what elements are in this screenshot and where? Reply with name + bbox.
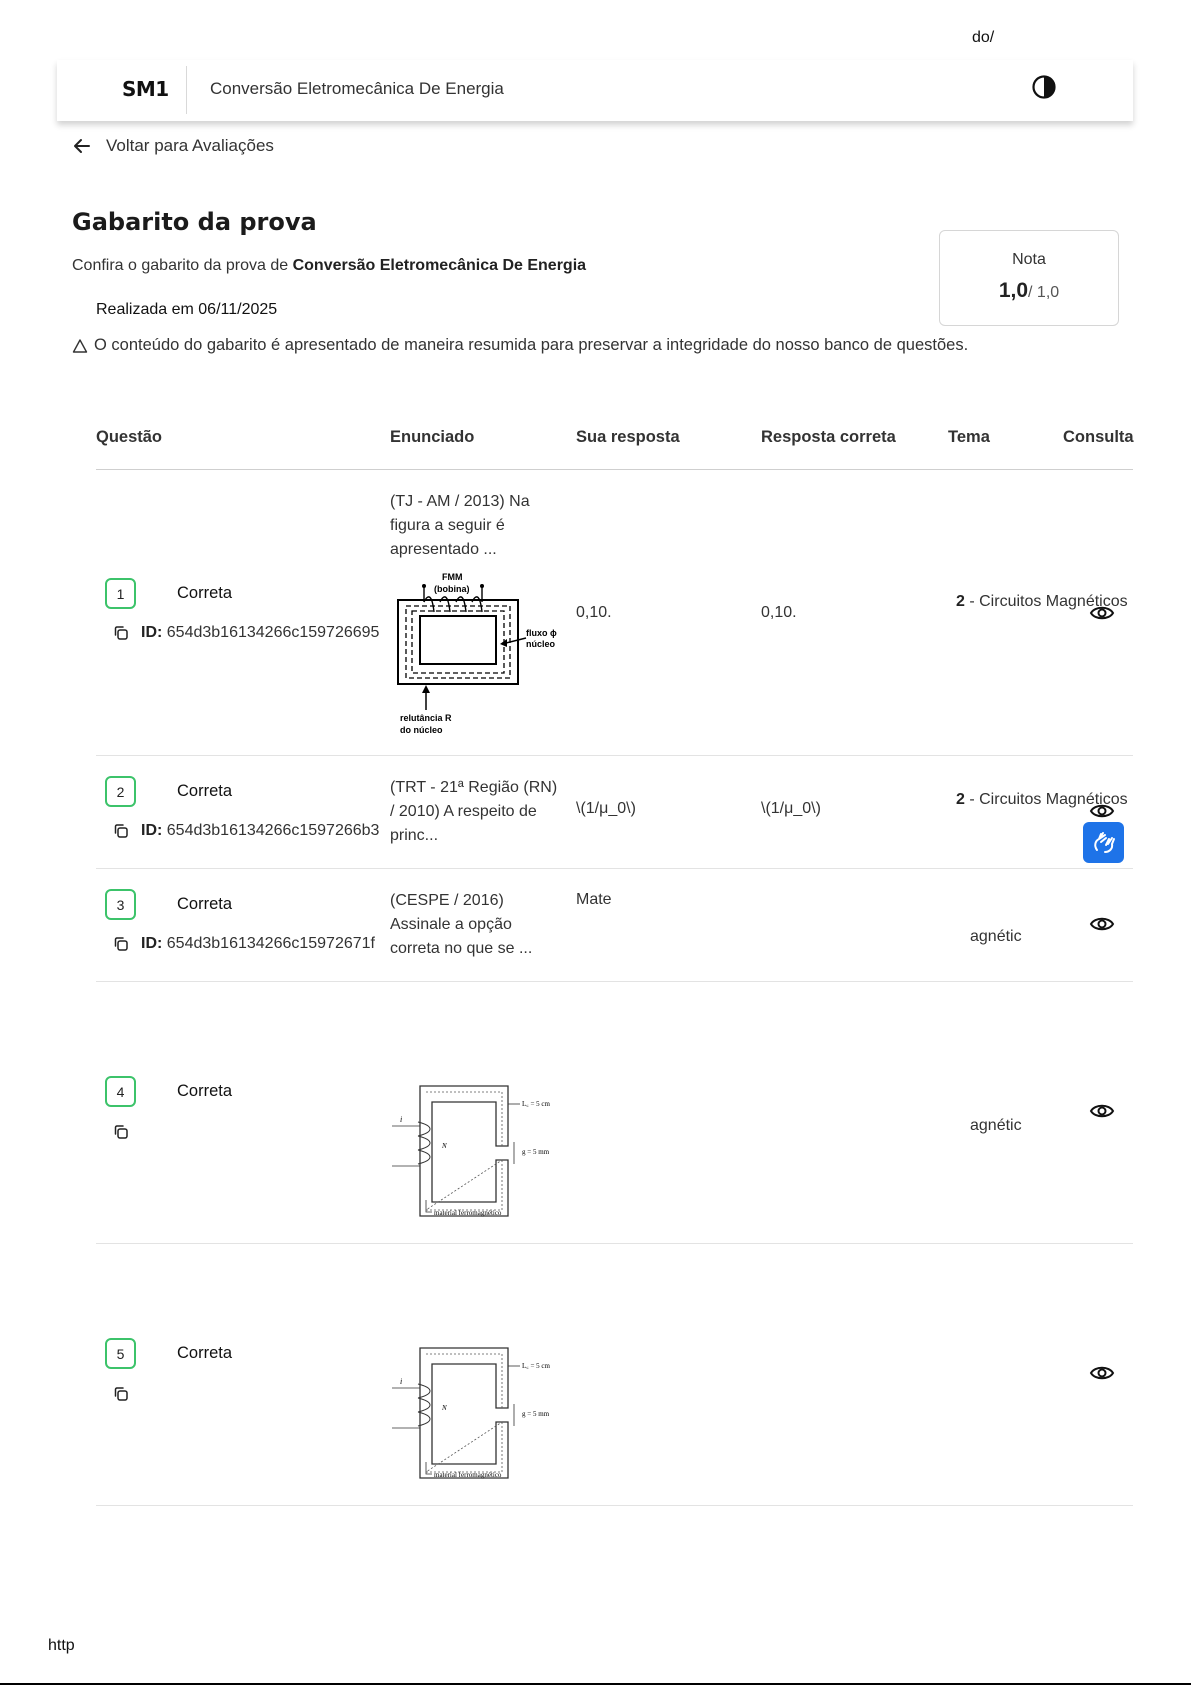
id-value: 654d3b16134266c1597266b3 bbox=[166, 822, 380, 839]
figure-label: do núcleo bbox=[400, 725, 443, 735]
question-number: 2 bbox=[105, 776, 136, 807]
question-number: 4 bbox=[105, 1076, 136, 1107]
question-number: 1 bbox=[105, 578, 136, 609]
question-id: ID: 654d3b16134266c1597266b3 bbox=[141, 822, 379, 840]
air-gap-core-figure: i N L꜀ = 5 cm g = 5 mm material ferromag… bbox=[392, 1347, 551, 1479]
header-theme: Tema bbox=[948, 428, 990, 446]
figure-label: material ferromagnético bbox=[434, 1471, 502, 1479]
header-consult: Consulta bbox=[1063, 428, 1134, 446]
grade-value: 1,0 bbox=[998, 279, 1029, 302]
back-link-label: Voltar para Avaliações bbox=[106, 136, 274, 155]
question-number: 3 bbox=[105, 889, 136, 920]
eye-icon[interactable] bbox=[1089, 1098, 1115, 1124]
eye-icon[interactable] bbox=[1089, 600, 1115, 626]
id-value: 654d3b16134266c15972671f bbox=[166, 935, 375, 952]
question-number: 5 bbox=[105, 1338, 136, 1369]
your-answer: \(1/μ_0\) bbox=[576, 800, 636, 817]
grade-label: Nota bbox=[1012, 251, 1046, 268]
back-to-evaluations-link[interactable]: Voltar para Avaliações bbox=[72, 136, 274, 156]
your-answer: Mate bbox=[576, 891, 612, 908]
question-statement: (TJ - AM / 2013) Na figura a seguir é ap… bbox=[390, 493, 530, 558]
question-status: Correta bbox=[177, 895, 233, 913]
header-statement: Enunciado bbox=[390, 428, 475, 446]
figure-label: L꜀ = 5 cm bbox=[522, 1100, 551, 1108]
figure-label: (bobina) bbox=[434, 584, 470, 594]
eye-icon[interactable] bbox=[1089, 1360, 1115, 1386]
figure-label: material ferromagnético bbox=[434, 1209, 502, 1217]
header-divider bbox=[186, 66, 187, 114]
eye-icon[interactable] bbox=[1089, 911, 1115, 937]
table-row: 5 Correta i N L꜀ = 5 cm g = 5 mm materia… bbox=[96, 1244, 1133, 1506]
correct-answer: \(1/μ_0\) bbox=[761, 800, 821, 817]
integrity-notice: O conteúdo do gabarito é apresentado de … bbox=[72, 336, 968, 355]
arrow-left-icon bbox=[74, 139, 90, 153]
question-statement: (CESPE / 2016) Assinale a opção correta … bbox=[390, 892, 533, 957]
question-statement: (TRT - 21ª Região (RN) / 2010) A respeit… bbox=[390, 779, 558, 844]
notice-text: O conteúdo do gabarito é apresentado de … bbox=[94, 336, 969, 354]
question-status: Correta bbox=[177, 782, 233, 800]
exam-date: Realizada em 06/11/2025 bbox=[96, 301, 278, 318]
table-header: Questão Enunciado Sua resposta Resposta … bbox=[96, 424, 1134, 470]
figure-label: g = 5 mm bbox=[522, 1148, 550, 1156]
copy-icon[interactable] bbox=[112, 1123, 130, 1141]
browser-top-text: do/ bbox=[972, 29, 995, 46]
figure-label: relutância R bbox=[400, 713, 452, 723]
table-row: 2 Correta ID: 654d3b16134266c1597266b3 (… bbox=[96, 756, 1133, 869]
correct-answer: 0,10. bbox=[761, 604, 797, 621]
figure-label: FMM bbox=[442, 572, 463, 582]
figure-label: fluxo ϕ bbox=[526, 628, 557, 638]
header-question: Questão bbox=[96, 428, 163, 446]
logo[interactable]: SM1 bbox=[122, 77, 169, 101]
figure-label: g = 5 mm bbox=[522, 1410, 550, 1418]
copy-icon[interactable] bbox=[112, 1385, 130, 1403]
figure-label: núcleo bbox=[526, 639, 556, 649]
warning-triangle-icon bbox=[72, 338, 88, 353]
figure-label: N bbox=[441, 1142, 447, 1150]
copy-icon[interactable] bbox=[112, 624, 130, 642]
eye-icon[interactable] bbox=[1089, 798, 1115, 824]
page-title: Gabarito da prova bbox=[72, 208, 317, 236]
id-label: ID: bbox=[141, 935, 163, 952]
question-id: ID: 654d3b16134266c15972671f bbox=[141, 935, 375, 953]
footer-url: http bbox=[48, 1637, 75, 1654]
figure-label: N bbox=[441, 1404, 447, 1412]
copy-icon[interactable] bbox=[112, 822, 130, 840]
id-label: ID: bbox=[141, 624, 163, 641]
course-title: Conversão Eletromecânica De Energia bbox=[210, 79, 504, 98]
question-status: Correta bbox=[177, 1082, 233, 1100]
subtitle-course: Conversão Eletromecânica De Energia bbox=[292, 257, 587, 274]
table-row: 4 Correta i N L꜀ = 5 cm g = 5 mm materia… bbox=[96, 982, 1133, 1244]
question-theme: agnétic bbox=[970, 1117, 1022, 1134]
question-status: Correta bbox=[177, 1344, 233, 1362]
theme-number: 2 bbox=[956, 791, 965, 808]
question-id: ID: 654d3b16134266c159726695 bbox=[141, 624, 379, 642]
contrast-icon[interactable] bbox=[1031, 74, 1057, 100]
question-status: Correta bbox=[177, 584, 233, 602]
grade-max: / 1,0 bbox=[1028, 284, 1060, 301]
figure-label: L꜀ = 5 cm bbox=[522, 1362, 551, 1370]
figure-label: i bbox=[400, 1377, 402, 1386]
table-row: 3 Correta ID: 654d3b16134266c15972671f (… bbox=[96, 869, 1133, 982]
page-subtitle: Confira o gabarito da prova de Conversão… bbox=[72, 257, 586, 275]
id-label: ID: bbox=[141, 822, 163, 839]
header-your-answer: Sua resposta bbox=[576, 428, 680, 446]
your-answer: 0,10. bbox=[576, 604, 612, 621]
question-theme: agnétic bbox=[970, 928, 1022, 945]
app-header: SM1 Conversão Eletromecânica De Energia bbox=[57, 60, 1133, 121]
air-gap-core-figure: i N L꜀ = 5 cm g = 5 mm material ferromag… bbox=[392, 1085, 551, 1217]
sign-language-icon bbox=[1093, 831, 1115, 853]
accessibility-button[interactable] bbox=[1083, 822, 1124, 863]
subtitle-prefix: Confira o gabarito da prova de bbox=[72, 257, 293, 274]
theme-number: 2 bbox=[956, 593, 965, 610]
magnetic-core-figure: FMM (bobina) fluxo ϕ núcleo relutância R… bbox=[397, 572, 557, 735]
table-row: 1 Correta ID: 654d3b16134266c159726695 (… bbox=[96, 470, 1133, 756]
copy-icon[interactable] bbox=[112, 935, 130, 953]
figure-label: i bbox=[400, 1115, 402, 1124]
header-correct-answer: Resposta correta bbox=[761, 428, 896, 446]
grade-card: Nota 1,0/ 1,0 bbox=[939, 230, 1119, 326]
id-value: 654d3b16134266c159726695 bbox=[166, 624, 380, 641]
